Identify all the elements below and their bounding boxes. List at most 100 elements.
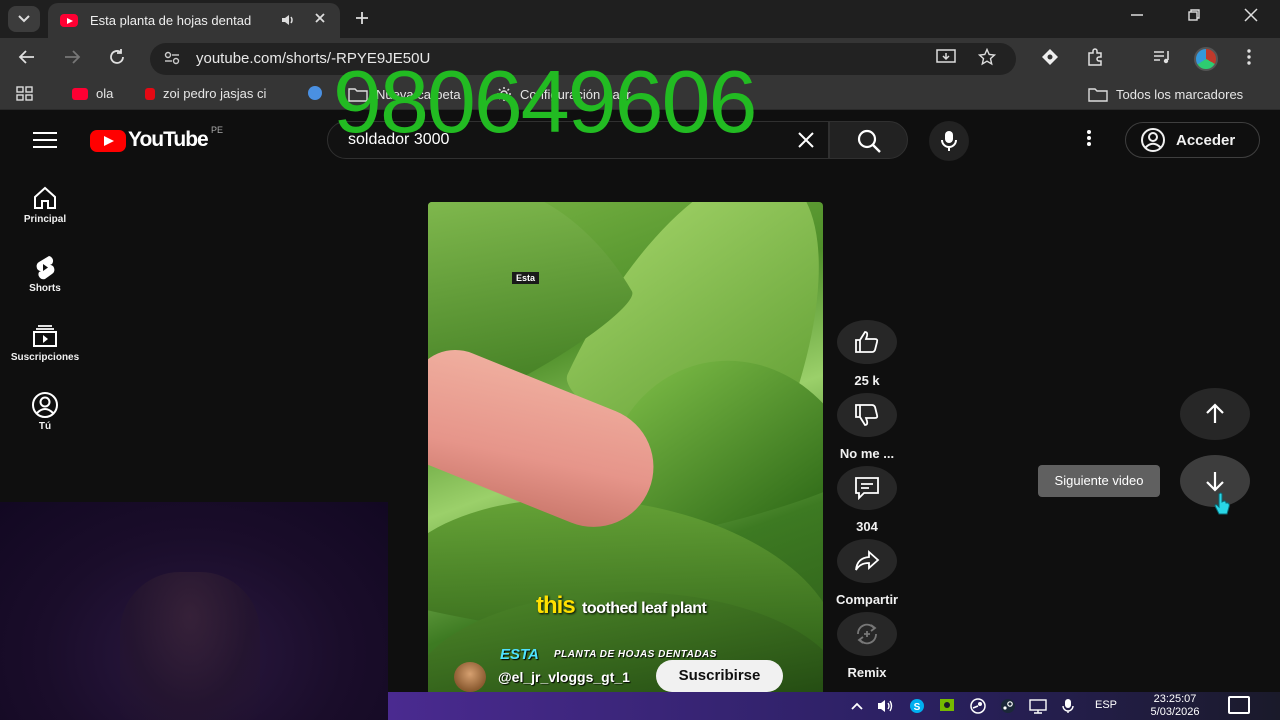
sign-in-button[interactable]: Acceder — [1125, 122, 1260, 158]
shorts-icon — [36, 256, 55, 280]
microphone-tray-icon[interactable] — [1059, 698, 1077, 714]
tab-title: Esta planta de hojas dentad — [90, 13, 252, 28]
next-video-tooltip: Siguiente video — [1038, 465, 1160, 497]
sidebar-label: Principal — [23, 214, 67, 225]
sidebar-item-shorts[interactable]: Shorts — [0, 253, 90, 294]
browser-tab[interactable]: Esta planta de hojas dentad — [48, 3, 340, 38]
arrow-down-icon — [1206, 472, 1224, 492]
dislike-button[interactable] — [837, 393, 897, 437]
close-window-icon[interactable] — [1244, 8, 1258, 27]
sidebar-label: Suscripciones — [10, 352, 80, 363]
clock[interactable]: 23:25:07 5/03/2026 — [1144, 693, 1206, 719]
youtube-favicon-icon — [60, 14, 78, 27]
clock-time: 23:25:07 — [1153, 693, 1197, 705]
shorts-video-player[interactable]: Esta this toothed leaf plant ESTA PLANTA… — [428, 202, 823, 692]
chevron-up-icon[interactable] — [848, 698, 866, 714]
sidebar-item-subscriptions[interactable]: Suscripciones — [0, 322, 90, 363]
subscribe-button[interactable]: Suscribirse — [656, 660, 783, 692]
browser-tab-bar: Esta planta de hojas dentad — [0, 0, 1280, 38]
skype-icon[interactable]: S — [908, 698, 926, 714]
sidebar-label: Shorts — [29, 283, 61, 294]
share-action[interactable]: Compartir — [836, 539, 898, 607]
remix-button[interactable] — [837, 612, 897, 656]
media-controls-icon[interactable] — [1152, 48, 1172, 71]
bookmark-item[interactable]: zoi pedro jasjas ci — [145, 86, 266, 101]
speaker-icon[interactable] — [280, 12, 296, 31]
share-button[interactable] — [837, 539, 897, 583]
nvidia-icon[interactable] — [938, 698, 956, 714]
sidebar-item-you[interactable]: Tú — [0, 391, 90, 432]
settings-more-icon[interactable] — [1086, 129, 1092, 153]
sign-in-label: Acceder — [1176, 132, 1236, 149]
remix-action[interactable]: Remix — [836, 612, 898, 680]
browser-menu-icon[interactable] — [1246, 48, 1252, 71]
share-arrow-icon — [855, 550, 880, 571]
home-icon — [34, 186, 56, 209]
voice-search-button[interactable] — [929, 121, 969, 161]
restore-icon[interactable] — [1187, 8, 1201, 27]
volume-icon[interactable] — [877, 698, 895, 714]
remix-icon — [857, 623, 877, 645]
share-label: Compartir — [836, 592, 899, 607]
video-caption-highlight: this — [536, 592, 576, 619]
sidebar-item-principal[interactable]: Principal — [0, 184, 90, 225]
channel-avatar[interactable] — [454, 662, 486, 692]
menu-icon[interactable] — [33, 132, 57, 148]
close-tab-icon[interactable] — [312, 10, 328, 31]
install-app-icon[interactable] — [936, 48, 956, 71]
like-button[interactable] — [837, 320, 897, 364]
subscriptions-icon — [33, 325, 57, 347]
steam-circle-icon[interactable] — [969, 698, 987, 714]
video-title: PLANTA DE HOJAS DENTADAS — [554, 649, 717, 660]
search-button[interactable] — [829, 121, 908, 159]
comment-count: 304 — [856, 519, 878, 534]
apps-grid-icon[interactable] — [16, 86, 34, 102]
country-code: PE — [211, 125, 224, 135]
search-icon — [857, 129, 881, 153]
bookmark-label: ola — [96, 86, 114, 101]
comments-button[interactable] — [837, 466, 897, 510]
folder-icon — [1088, 88, 1108, 102]
thumbs-down-icon — [855, 404, 879, 426]
notifications-icon[interactable] — [1228, 696, 1250, 714]
account-icon — [32, 392, 58, 418]
all-bookmarks-folder[interactable]: Todos los marcadores — [1088, 86, 1243, 102]
video-title-highlight: ESTA — [500, 646, 539, 663]
thumbs-up-icon — [855, 331, 879, 353]
steam-icon[interactable] — [999, 698, 1017, 714]
bookmark-label: zoi pedro jasjas ci — [163, 86, 267, 101]
comments-action[interactable]: 304 — [836, 466, 898, 534]
extension-diamond-icon[interactable] — [1041, 48, 1059, 71]
bookmark-item[interactable]: ola — [72, 86, 113, 101]
channel-name[interactable]: @el_jr_vloggs_gt_1 — [498, 669, 630, 685]
youtube-logo-text[interactable]: YouTube — [128, 128, 209, 152]
language-indicator[interactable]: ESP — [1095, 699, 1117, 711]
extensions-puzzle-icon[interactable] — [1086, 48, 1104, 71]
dislike-action[interactable]: No me ... — [836, 393, 898, 461]
back-arrow-icon[interactable] — [18, 48, 36, 71]
site-icon — [308, 86, 322, 100]
account-circle-icon — [1141, 128, 1165, 152]
network-icon[interactable] — [1029, 698, 1047, 714]
youtube-logo-icon[interactable] — [90, 130, 126, 152]
clear-search-icon[interactable] — [796, 126, 816, 157]
previous-video-button[interactable] — [1180, 388, 1250, 440]
forward-arrow-icon[interactable] — [63, 48, 81, 71]
tab-search-button[interactable] — [8, 6, 40, 32]
minimize-icon[interactable] — [1130, 8, 1144, 27]
webcam-person — [120, 572, 260, 720]
bookmark-star-icon[interactable] — [977, 47, 997, 71]
site-settings-icon[interactable] — [164, 51, 180, 68]
bookmark-label: Todos los marcadores — [1116, 86, 1244, 102]
video-sticker: Esta — [512, 272, 540, 284]
profile-avatar[interactable] — [1194, 47, 1218, 71]
like-count: 25 k — [854, 373, 880, 388]
svg-text:S: S — [914, 702, 921, 713]
reload-icon[interactable] — [108, 48, 126, 71]
comment-icon — [855, 477, 879, 500]
webcam-overlay — [0, 502, 388, 720]
bookmark-item[interactable] — [308, 86, 322, 100]
new-tab-button[interactable] — [354, 6, 370, 32]
like-action[interactable]: 25 k — [836, 320, 898, 388]
arrow-up-icon — [1206, 403, 1224, 423]
